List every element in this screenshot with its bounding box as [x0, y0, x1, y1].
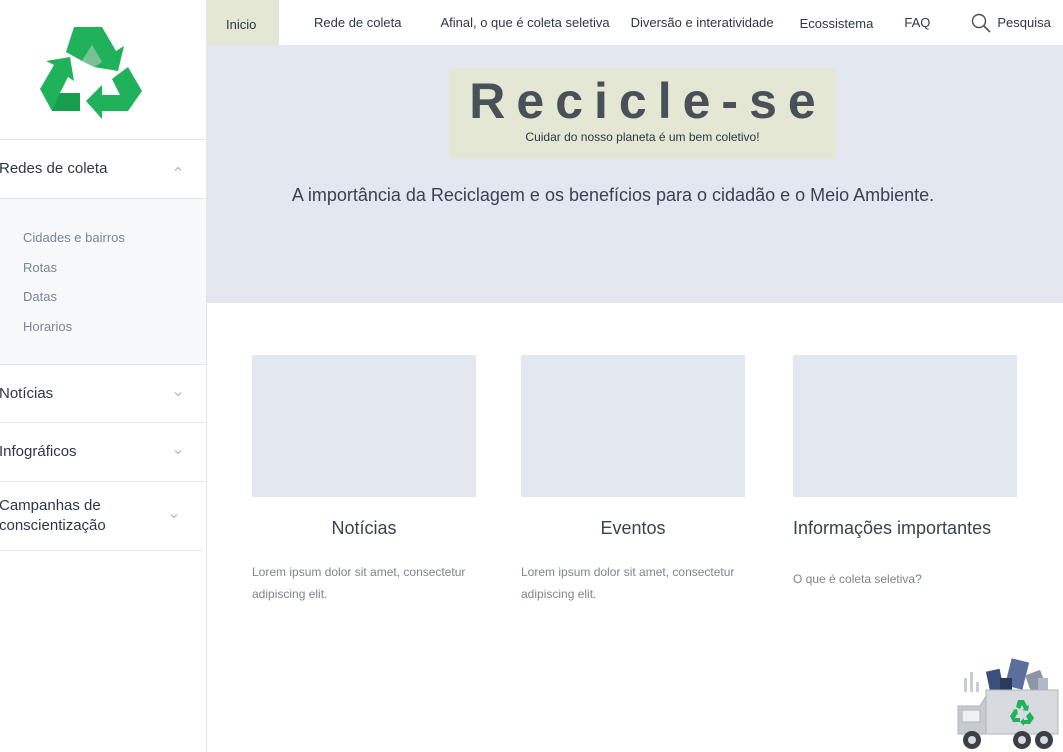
card-image-placeholder	[252, 355, 476, 497]
card-title: Informações importantes	[793, 518, 992, 538]
card-image-placeholder	[521, 355, 745, 497]
top-nav: Inicio Rede de coleta Afinal, o que é co…	[207, 0, 1063, 45]
hero-tagline: A importância da Reciclagem e os benefíc…	[291, 185, 935, 205]
chevron-down-icon	[172, 446, 184, 458]
card-title: Eventos	[600, 518, 666, 538]
card-title: Notícias	[331, 518, 397, 538]
sidebar: Redes de coleta Cidades e bairros Rotas …	[0, 0, 207, 752]
sidebar-item-label: Redes de coleta	[0, 160, 108, 177]
nav-item-faq[interactable]: FAQ	[904, 0, 930, 45]
site-subtitle: Cuidar do nosso planeta é um bem coletiv…	[525, 130, 760, 144]
card-image-placeholder	[793, 355, 1017, 497]
recycling-truck-icon	[957, 658, 1059, 749]
card-informacoes[interactable]: Informações importantes O que é coleta s…	[793, 355, 1017, 590]
site-title: Recicle-se	[469, 73, 827, 129]
submenu-item-cidades-e-bairros[interactable]: Cidades e bairros	[23, 228, 206, 258]
chevron-up-icon	[172, 163, 184, 175]
sidebar-item-infograficos[interactable]: Infográficos	[0, 423, 206, 482]
hero-banner: Recicle-se Cuidar do nosso planeta é um …	[207, 45, 1063, 303]
sidebar-submenu: Cidades e bairros Rotas Datas Horarios	[0, 199, 206, 365]
card-text: Lorem ipsum dolor sit amet, consectetur …	[521, 565, 735, 601]
sidebar-item-label: Infográficos	[0, 443, 77, 460]
search-button[interactable]: Pesquisa	[970, 0, 1051, 45]
nav-item-rede-de-coleta[interactable]: Rede de coleta	[314, 0, 401, 45]
chevron-down-icon	[172, 388, 184, 400]
sidebar-item-label: Notícias	[0, 384, 54, 402]
logo[interactable]	[0, 0, 206, 140]
sidebar-item-campanhas[interactable]: Campanhas de conscientização	[0, 482, 202, 551]
sidebar-item-redes-de-coleta[interactable]: Redes de coleta	[0, 140, 206, 199]
sidebar-item-label: Campanhas de conscientização	[0, 497, 106, 534]
search-icon	[972, 13, 991, 33]
card-link-coleta-seletiva[interactable]: O que é coleta seletiva?	[793, 568, 1017, 590]
sidebar-item-noticias[interactable]: Notícias	[0, 365, 206, 423]
card-noticias[interactable]: Notícias Lorem ipsum dolor sit amet, con…	[252, 355, 476, 605]
search-label: Pesquisa	[997, 15, 1051, 30]
nav-item-ecossistema[interactable]: Ecossistema	[800, 0, 874, 45]
submenu-item-datas[interactable]: Datas	[23, 287, 206, 317]
submenu-item-rotas[interactable]: Rotas	[23, 258, 206, 288]
nav-item-coleta-seletiva[interactable]: Afinal, o que é coleta seletiva	[440, 0, 609, 45]
card-eventos[interactable]: Eventos Lorem ipsum dolor sit amet, cons…	[521, 355, 745, 605]
recycle-icon	[39, 26, 142, 119]
submenu-item-horarios[interactable]: Horarios	[23, 317, 206, 347]
nav-item-diversao[interactable]: Diversão e interatividade	[631, 0, 774, 45]
card-text: Lorem ipsum dolor sit amet, consectetur …	[252, 565, 466, 601]
brand-box: Recicle-se Cuidar do nosso planeta é um …	[449, 68, 836, 159]
chevron-down-icon	[168, 510, 180, 522]
nav-item-inicio[interactable]: Inicio	[207, 0, 279, 45]
